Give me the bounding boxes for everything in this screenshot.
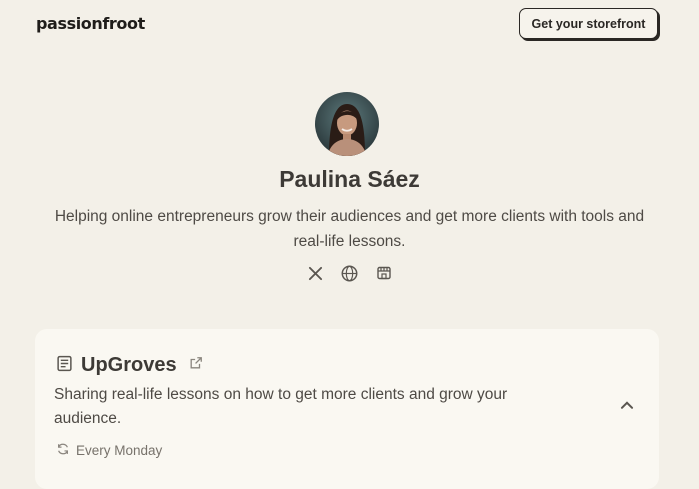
- profile-name: Paulina Sáez: [279, 166, 420, 192]
- external-link-icon[interactable]: [189, 356, 203, 375]
- newsletter-frequency: Every Monday: [56, 442, 162, 459]
- storefront-icon[interactable]: [375, 264, 393, 282]
- x-icon[interactable]: [307, 264, 325, 282]
- newsletter-title[interactable]: UpGroves: [81, 354, 177, 377]
- website-icon[interactable]: [341, 264, 359, 282]
- avatar-photo: [315, 92, 379, 156]
- newsletter-description: Sharing real-life lessons on how to get …: [54, 386, 508, 427]
- logo[interactable]: passionfroot: [36, 14, 145, 33]
- profile-bio: Helping online entrepreneurs grow their …: [54, 208, 645, 250]
- refresh-icon: [56, 442, 70, 459]
- chevron-up-icon[interactable]: [618, 396, 636, 414]
- social-links: [0, 264, 699, 282]
- newsletter-header: UpGroves: [56, 354, 203, 377]
- avatar: [315, 92, 379, 156]
- newsletter-card: UpGroves Sharing real-life lessons on ho…: [35, 329, 659, 489]
- newsletter-icon: [56, 355, 73, 377]
- get-storefront-button[interactable]: Get your storefront: [519, 8, 658, 39]
- frequency-label: Every Monday: [76, 443, 163, 458]
